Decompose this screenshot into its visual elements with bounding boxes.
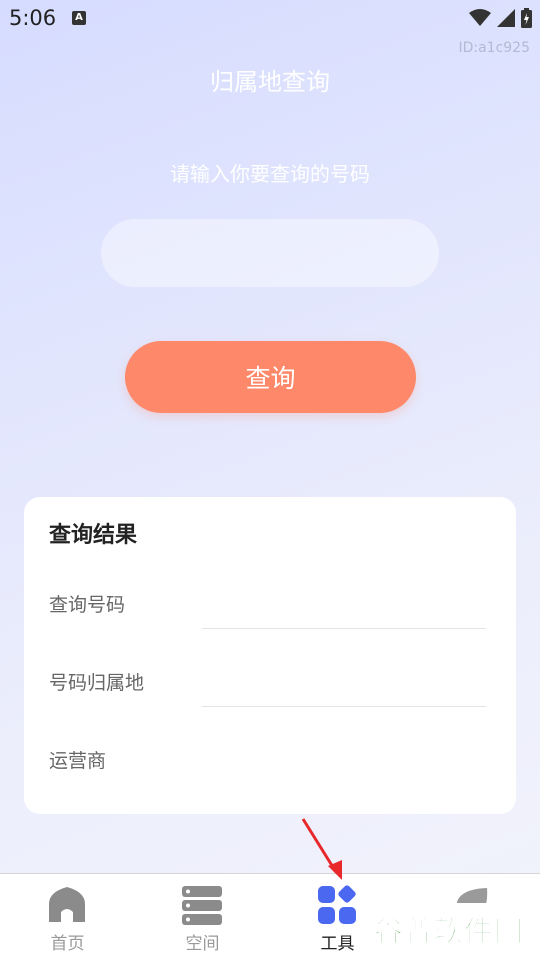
watermark: 谷普软件园 <box>368 903 528 953</box>
nav-label-home: 首页 <box>50 934 85 954</box>
result-label-location: 号码归属地 <box>49 672 145 694</box>
result-card: 查询结果 查询号码 号码归属地 运营商 <box>24 497 516 814</box>
input-prompt: 请输入你要查询的号码 <box>170 162 370 186</box>
battery-icon <box>521 8 532 28</box>
nav-label-space: 空间 <box>185 934 220 954</box>
tools-icon <box>318 885 356 924</box>
home-icon <box>49 887 85 922</box>
wifi-icon <box>469 9 491 26</box>
cellular-signal-icon <box>497 9 515 27</box>
divider <box>202 706 486 707</box>
result-label-carrier: 运营商 <box>49 750 107 772</box>
status-bar: 5:06 A <box>0 0 540 38</box>
result-label-number: 查询号码 <box>49 594 126 616</box>
divider <box>202 628 486 629</box>
result-value-carrier <box>202 743 486 773</box>
storage-icon <box>182 886 222 925</box>
nav-item-home[interactable]: 首页 <box>0 874 135 960</box>
page-title: 归属地查询 <box>210 68 330 96</box>
nav-item-space[interactable]: 空间 <box>135 874 270 960</box>
watermark-text: 谷普软件园 <box>373 914 525 949</box>
result-title: 查询结果 <box>49 523 138 548</box>
result-value-number <box>202 587 486 617</box>
id-tag: ID:a1c925 <box>458 40 530 56</box>
pointer-arrow-icon <box>301 818 342 880</box>
result-value-location <box>202 665 486 695</box>
status-time: 5:06 <box>9 6 57 30</box>
query-button[interactable]: 查询 <box>125 341 416 413</box>
notification-a-icon: A <box>72 11 86 25</box>
phone-number-input[interactable] <box>101 219 439 287</box>
